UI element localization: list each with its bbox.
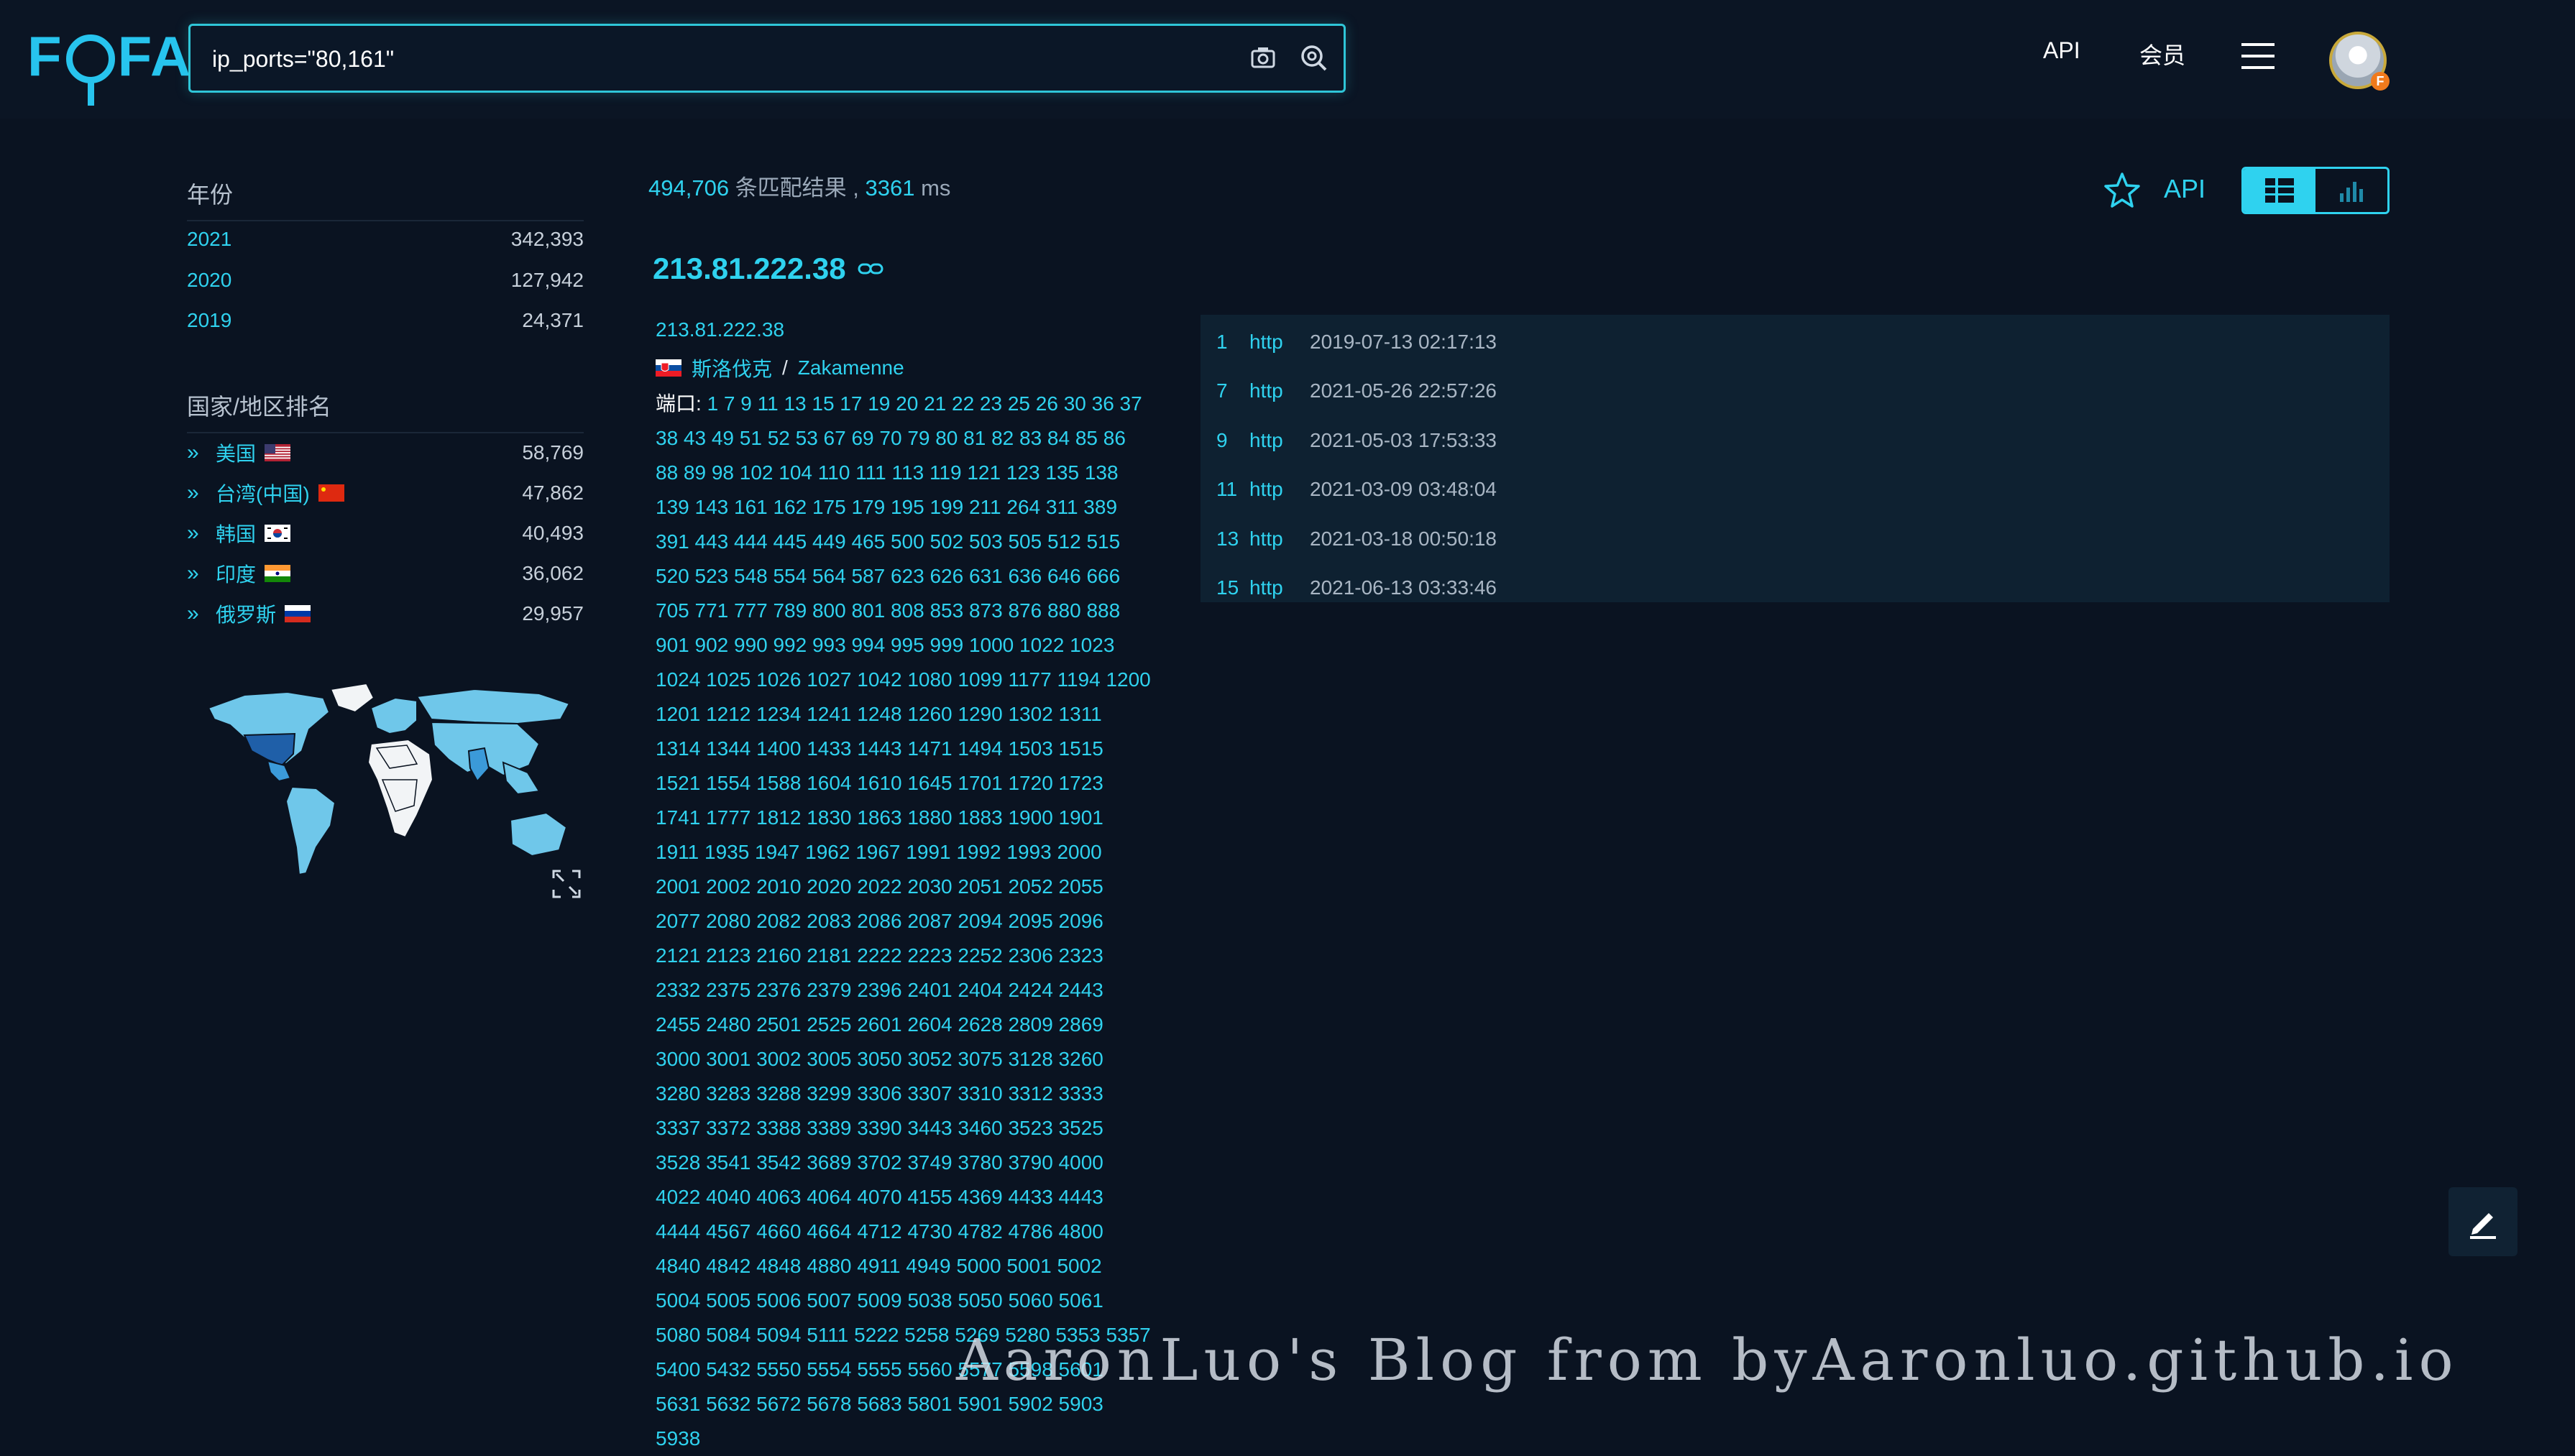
api-link[interactable]: API: [2164, 174, 2205, 204]
chevron-right-icon[interactable]: »: [187, 602, 207, 626]
history-time: 2021-05-26 22:57:26: [1310, 379, 1497, 402]
history-protocol[interactable]: http: [1249, 379, 1310, 402]
year-row[interactable]: 2020 127,942: [187, 266, 584, 295]
history-row[interactable]: 7 http 2021-05-26 22:57:26: [1216, 377, 1497, 405]
history-no: 9: [1216, 429, 1228, 451]
result-count-text: 条匹配结果 ,: [729, 175, 866, 201]
result-location: 斯洛伐克 / Zakamenne: [656, 354, 904, 382]
ports-list: 端口: 1 7 9 11 13 15 17 19 20 21 22 23 25 …: [656, 387, 1152, 1456]
country-section-title: 国家/地区排名: [187, 389, 584, 433]
chevron-right-icon[interactable]: »: [187, 521, 207, 545]
chevron-right-icon[interactable]: »: [187, 441, 207, 465]
camera-icon[interactable]: [1247, 42, 1279, 73]
history-time: 2021-03-18 00:50:18: [1310, 527, 1497, 550]
country-count: 47,862: [522, 482, 584, 504]
year-count: 24,371: [522, 309, 584, 331]
query-time-unit: ms: [914, 175, 951, 201]
history-protocol[interactable]: http: [1249, 429, 1310, 452]
history-row[interactable]: 13 http 2021-03-18 00:50:18: [1216, 525, 1497, 553]
country-row[interactable]: » 美国 58,769: [187, 438, 584, 467]
history-row[interactable]: 9 http 2021-05-03 17:53:33: [1216, 426, 1497, 455]
history-no: 15: [1216, 576, 1239, 599]
history-protocol[interactable]: http: [1249, 331, 1310, 354]
city-link[interactable]: Zakamenne: [798, 356, 904, 379]
kr-flag-icon: [265, 525, 291, 542]
history-time: 2021-06-13 03:33:46: [1310, 576, 1497, 599]
year-row[interactable]: 2019 24,371: [187, 306, 584, 335]
view-toggle: [2241, 167, 2390, 214]
ports-label: 端口:: [656, 392, 702, 415]
in-flag-icon: [265, 565, 291, 582]
result-ip[interactable]: 213.81.222.38: [653, 252, 846, 286]
year-label[interactable]: 2019: [187, 309, 231, 332]
country-count: 36,062: [522, 562, 584, 584]
watermark-text: AaronLuo's Blog from byAaronluo.github.i…: [956, 1327, 2459, 1393]
star-icon[interactable]: [2102, 171, 2142, 211]
year-label[interactable]: 2020: [187, 269, 231, 292]
history-no: 13: [1216, 527, 1239, 550]
year-count: 342,393: [510, 228, 584, 250]
country-label[interactable]: 美国: [216, 438, 256, 467]
location-separator: /: [782, 356, 788, 379]
history-no: 7: [1216, 379, 1228, 402]
ports-values[interactable]: 1 7 9 11 13 15 17 19 20 21 22 23 25 26 3…: [656, 392, 1151, 1450]
history-time: 2021-05-03 17:53:33: [1310, 429, 1497, 451]
query-time: 3361: [865, 175, 915, 201]
logo-o-ring: [65, 34, 115, 106]
history-no: 1: [1216, 331, 1228, 353]
result-summary: 494,706 条匹配结果 , 3361 ms: [648, 170, 950, 202]
country-count: 29,957: [522, 602, 584, 625]
country-label[interactable]: 韩国: [216, 519, 256, 548]
ru-flag-icon: [285, 605, 311, 622]
result-ip-title: 213.81.222.38: [653, 252, 883, 286]
country-row[interactable]: » 台湾(中国) 47,862: [187, 479, 584, 507]
edit-button[interactable]: [2448, 1187, 2517, 1256]
nav-member-link[interactable]: 会员: [2139, 37, 2185, 70]
country-row[interactable]: » 韩国 40,493: [187, 519, 584, 548]
country-row[interactable]: » 俄罗斯 29,957: [187, 599, 584, 628]
avatar-badge: F: [2371, 72, 2390, 91]
year-count: 127,942: [510, 269, 584, 291]
history-protocol[interactable]: http: [1249, 478, 1310, 501]
history-time: 2021-03-09 03:48:04: [1310, 478, 1497, 500]
link-icon[interactable]: [858, 262, 883, 276]
year-row[interactable]: 2021 342,393: [187, 225, 584, 254]
chart-view-icon[interactable]: [2315, 169, 2387, 212]
chevron-right-icon[interactable]: »: [187, 561, 207, 586]
history-row[interactable]: 15 http 2021-06-13 03:33:46: [1216, 573, 1497, 602]
search-box: [188, 24, 1346, 93]
history-protocol[interactable]: http: [1249, 527, 1310, 550]
top-header: FFA API 会员 F: [0, 0, 2575, 119]
search-input[interactable]: [211, 37, 1206, 80]
world-map[interactable]: [201, 679, 575, 895]
us-flag-icon: [265, 444, 291, 461]
expand-icon[interactable]: [551, 868, 582, 900]
list-view-icon[interactable]: [2244, 169, 2315, 212]
year-label[interactable]: 2021: [187, 228, 231, 251]
country-label[interactable]: 俄罗斯: [216, 599, 276, 628]
history-panel: 1 http 2019-07-13 02:17:13 7 http 2021-0…: [1201, 315, 2390, 602]
country-row[interactable]: » 印度 36,062: [187, 559, 584, 588]
ip-link[interactable]: 213.81.222.38: [656, 318, 784, 341]
fofa-logo[interactable]: F FA: [27, 20, 192, 106]
country-link[interactable]: 斯洛伐克: [692, 354, 772, 382]
history-no: 11: [1216, 478, 1238, 500]
pencil-icon: [2470, 1213, 2496, 1239]
history-row[interactable]: 1 http 2019-07-13 02:17:13: [1216, 328, 1497, 356]
country-label[interactable]: 台湾(中国): [216, 479, 310, 507]
country-count: 58,769: [522, 441, 584, 464]
result-count: 494,706: [648, 175, 730, 201]
country-count: 40,493: [522, 522, 584, 544]
country-label[interactable]: 印度: [216, 559, 256, 588]
nav-api-link[interactable]: API: [2043, 37, 2080, 64]
cn-flag-icon: [318, 484, 344, 502]
history-time: 2019-07-13 02:17:13: [1310, 331, 1497, 353]
year-section-title: 年份: [187, 177, 584, 221]
history-row[interactable]: 11 http 2021-03-09 03:48:04: [1216, 475, 1497, 504]
search-icon[interactable]: [1298, 42, 1329, 73]
hamburger-menu-icon[interactable]: [2241, 42, 2275, 70]
sk-flag-icon: [656, 359, 681, 377]
history-protocol[interactable]: http: [1249, 576, 1310, 599]
chevron-right-icon[interactable]: »: [187, 481, 207, 505]
